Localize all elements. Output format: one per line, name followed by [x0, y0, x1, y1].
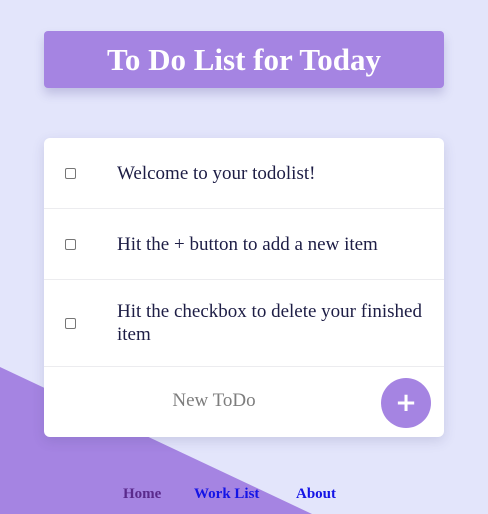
- footer-nav: Home Work List About: [0, 486, 488, 506]
- new-todo-input[interactable]: [104, 381, 324, 421]
- todo-item-text: Welcome to your todolist!: [117, 163, 316, 184]
- todo-list-card: Welcome to your todolist! Hit the + butt…: [44, 138, 444, 437]
- nav-link-about[interactable]: About: [296, 486, 336, 503]
- todo-item-text: Hit the checkbox to delete your finished…: [117, 301, 422, 345]
- todo-item: Hit the + button to add a new item: [44, 209, 444, 280]
- nav-link-work-list[interactable]: Work List: [194, 486, 259, 503]
- page-title-banner: To Do List for Today: [44, 31, 444, 88]
- todo-item: Welcome to your todolist!: [44, 138, 444, 209]
- todo-item-text: Hit the + button to add a new item: [117, 234, 378, 255]
- add-todo-button[interactable]: +: [381, 378, 431, 428]
- todo-item: Hit the checkbox to delete your finished…: [44, 280, 444, 367]
- todo-checkbox[interactable]: [65, 318, 76, 329]
- todo-checkbox[interactable]: [65, 168, 76, 179]
- todo-checkbox[interactable]: [65, 239, 76, 250]
- page-title: To Do List for Today: [107, 42, 381, 77]
- nav-link-home[interactable]: Home: [123, 486, 161, 503]
